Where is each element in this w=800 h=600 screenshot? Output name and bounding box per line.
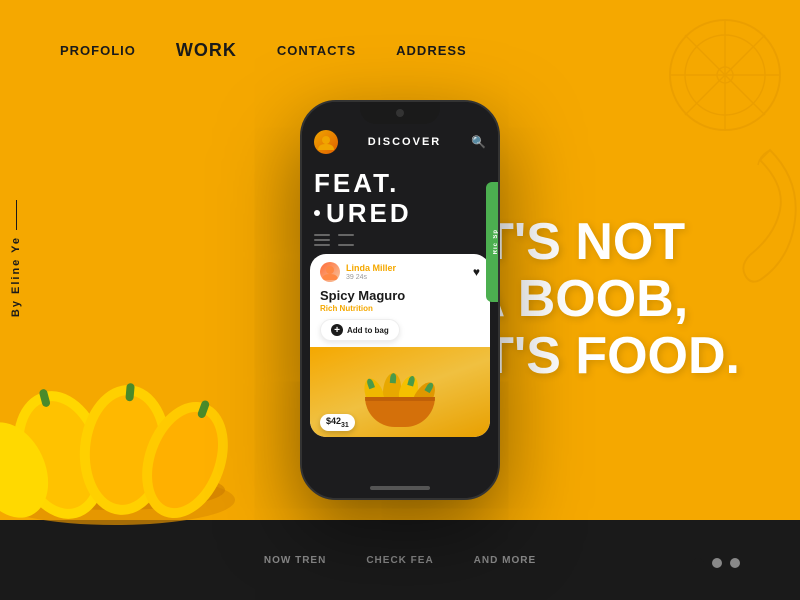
price-cents: 31 bbox=[341, 422, 349, 429]
side-bar-text: Sp bbox=[493, 229, 498, 239]
card-product-subtitle: Rich Nutrition bbox=[310, 303, 490, 317]
bottom-link-more[interactable]: And More bbox=[474, 555, 536, 566]
hero-line-3: IT'S FOOD. bbox=[468, 328, 740, 386]
list-icon[interactable] bbox=[338, 234, 354, 246]
card-user-avatar bbox=[320, 262, 340, 282]
navigation: PROFOLIO WORK CONTACTS ADDRESS bbox=[0, 0, 800, 100]
hero-line-2: A BOOB, bbox=[468, 270, 689, 328]
price-main: $42 bbox=[326, 416, 341, 426]
green-side-bar: Sp Ric bbox=[486, 182, 498, 302]
card-product-image: $4231 bbox=[310, 347, 490, 437]
card-user-rating: 39 24s bbox=[346, 274, 467, 281]
price-badge: $4231 bbox=[320, 414, 355, 431]
bottom-link-trending[interactable]: Now Tren bbox=[264, 555, 326, 566]
pagination-dot-3[interactable] bbox=[730, 558, 740, 568]
add-to-bag-button[interactable]: + Add to bag bbox=[320, 319, 400, 341]
phone-body: DISCOVER 🔍 FEAT. URED bbox=[300, 100, 500, 500]
pepper-bowl-illustration bbox=[360, 357, 440, 427]
card-product-name: Spicy Maguro bbox=[310, 286, 490, 303]
nav-item-profolio[interactable]: PROFOLIO bbox=[60, 43, 136, 58]
pagination-dots bbox=[692, 558, 740, 570]
pagination-dot-2[interactable] bbox=[712, 558, 722, 568]
peppers-decoration bbox=[0, 325, 250, 530]
app-title: DISCOVER bbox=[368, 136, 441, 148]
featured-icons-row: URED bbox=[314, 200, 486, 226]
side-bar-text2: Ric bbox=[493, 242, 498, 254]
phone-home-indicator bbox=[302, 486, 498, 490]
bottom-bar: Now Tren Check Fea And More bbox=[0, 520, 800, 600]
featured-section: FEAT. URED bbox=[302, 162, 498, 232]
author-line-decoration bbox=[16, 200, 17, 230]
featured-line2: URED bbox=[326, 200, 412, 226]
featured-line1: FEAT. bbox=[314, 170, 486, 196]
app-user-avatar bbox=[314, 130, 338, 154]
nav-item-contacts[interactable]: CONTACTS bbox=[277, 43, 356, 58]
heart-icon[interactable]: ♥ bbox=[473, 265, 480, 279]
nav-item-address[interactable]: ADDRESS bbox=[396, 43, 467, 58]
bottom-link-featured[interactable]: Check Fea bbox=[366, 555, 433, 566]
search-icon[interactable]: 🔍 bbox=[471, 135, 486, 149]
hero-text-block: IT'S NOT A BOOB, IT'S FOOD. bbox=[468, 214, 740, 386]
card-user-info: Linda Miller 39 24s bbox=[346, 263, 467, 281]
plus-icon: + bbox=[331, 324, 343, 336]
bowl-shape bbox=[365, 397, 435, 427]
phone-camera bbox=[396, 109, 404, 117]
add-to-bag-label: Add to bag bbox=[347, 326, 389, 335]
card-user-name: Linda Miller bbox=[346, 263, 467, 274]
phone-mockup: DISCOVER 🔍 FEAT. URED bbox=[300, 100, 500, 500]
product-card: Linda Miller 39 24s ♥ Spicy Maguro Rich … bbox=[310, 254, 490, 437]
home-bar bbox=[370, 486, 430, 490]
author-label: By Eline Ye bbox=[10, 236, 22, 317]
featured-dot bbox=[314, 210, 320, 216]
pagination-dot-1[interactable] bbox=[692, 558, 704, 570]
grid-icon[interactable] bbox=[314, 234, 330, 246]
phone-notch bbox=[360, 102, 440, 124]
banana-decoration-icon bbox=[730, 140, 800, 290]
hero-line-1: IT'S NOT bbox=[468, 213, 685, 271]
page-wrapper: PROFOLIO WORK CONTACTS ADDRESS By Eline … bbox=[0, 0, 800, 600]
nav-item-work[interactable]: WORK bbox=[176, 40, 237, 61]
card-user-row: Linda Miller 39 24s ♥ bbox=[310, 254, 490, 286]
author-label-wrapper: By Eline Ye bbox=[10, 200, 22, 317]
app-controls-row bbox=[302, 232, 498, 250]
phone-screen: DISCOVER 🔍 FEAT. URED bbox=[302, 102, 498, 498]
